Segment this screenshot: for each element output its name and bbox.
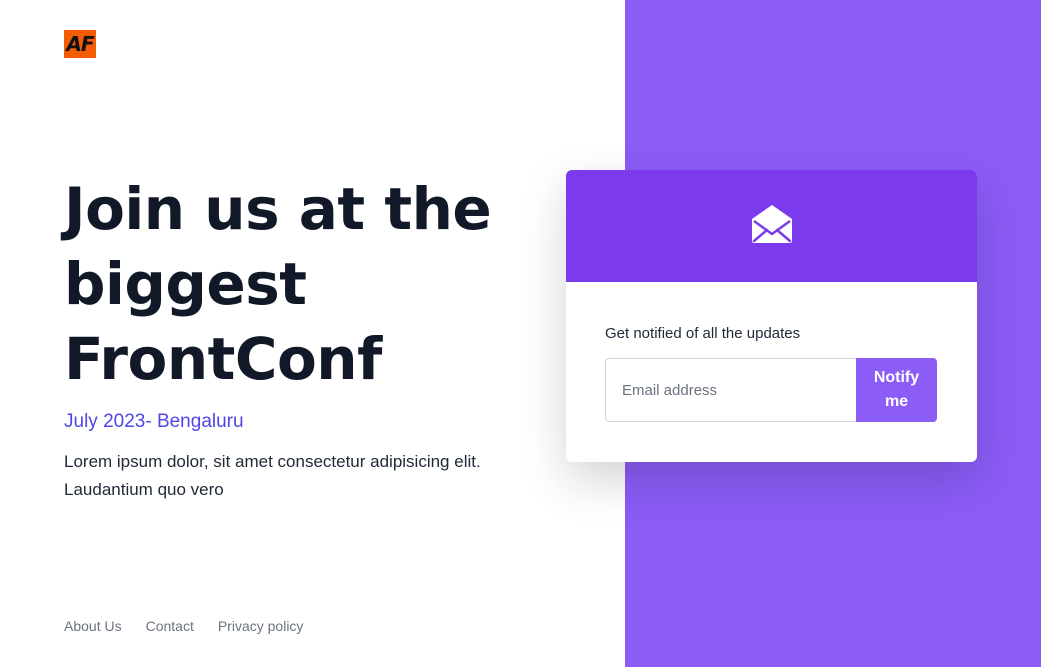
signup-card: Get notified of all the updates Notify m… xyxy=(566,170,977,462)
hero-title: Join us at the biggest FrontConf xyxy=(64,175,492,393)
footer-link-privacy-policy[interactable]: Privacy policy xyxy=(218,617,304,635)
footer-nav: About Us Contact Privacy policy xyxy=(64,617,303,635)
event-date: July 2023- Bengaluru xyxy=(64,411,244,432)
logo[interactable]: AF xyxy=(64,30,96,58)
signup-card-header xyxy=(566,170,977,282)
signup-form: Notify me xyxy=(605,358,937,422)
envelope-open-icon xyxy=(750,203,794,249)
email-input[interactable] xyxy=(605,358,856,422)
footer-link-about-us[interactable]: About Us xyxy=(64,617,122,635)
hero-description: Lorem ipsum dolor, sit amet consectetur … xyxy=(64,452,481,499)
footer-link-contact[interactable]: Contact xyxy=(146,617,194,635)
signup-card-body: Get notified of all the updates Notify m… xyxy=(566,282,977,422)
landing-page: AF Join us at the biggest FrontConf July… xyxy=(0,0,1041,667)
signup-label: Get notified of all the updates xyxy=(605,325,801,342)
notify-me-button[interactable]: Notify me xyxy=(856,358,937,422)
